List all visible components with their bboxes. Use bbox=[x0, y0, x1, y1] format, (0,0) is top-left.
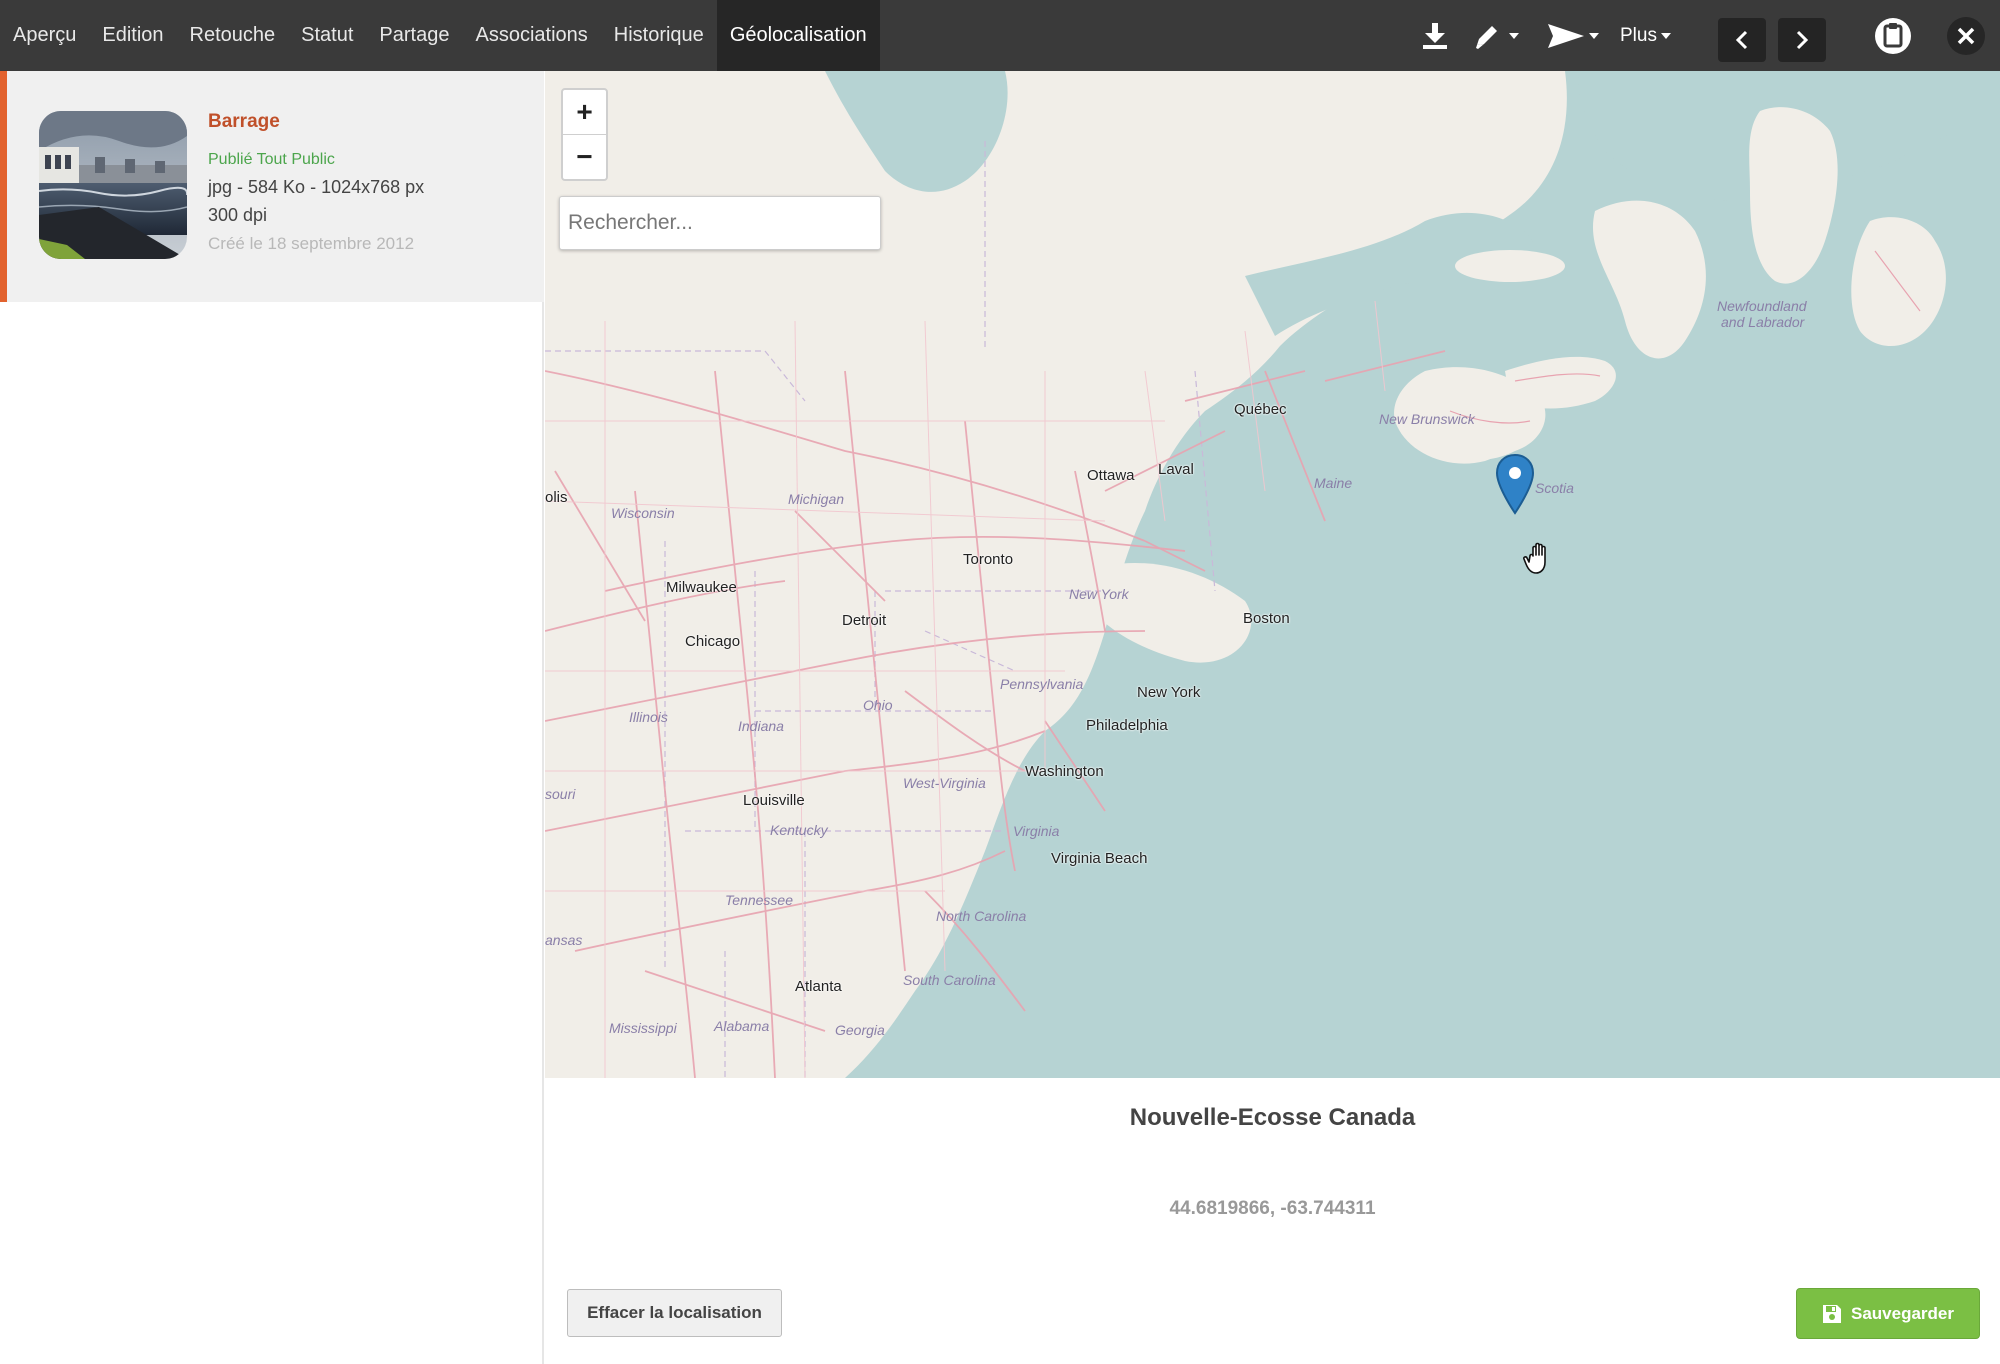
location-name: Nouvelle-Ecosse Canada bbox=[1129, 1104, 1416, 1131]
map-region-label: Wisconsin bbox=[611, 505, 675, 521]
map-region-label: Alabama bbox=[714, 1018, 770, 1034]
download-button[interactable] bbox=[1418, 0, 1452, 71]
location-coordinates: 44.6819866, -63.744311 bbox=[1169, 1198, 1376, 1219]
chevron-down-icon bbox=[1660, 32, 1671, 39]
map-label: Toronto bbox=[963, 551, 1014, 568]
map-label: Boston bbox=[1243, 610, 1290, 627]
map-label: Ottawa bbox=[1087, 467, 1135, 484]
map-region-label: Pennsylvania bbox=[1000, 676, 1084, 692]
map-label: New York bbox=[1137, 684, 1201, 701]
location-marker-icon[interactable] bbox=[1494, 453, 1536, 515]
close-icon bbox=[1947, 16, 1985, 55]
map-region-label: Virginia bbox=[1013, 823, 1060, 839]
clear-location-button[interactable]: Effacer la localisation bbox=[567, 1289, 782, 1337]
map-region-label: Tennessee bbox=[725, 892, 793, 908]
map-label: Virginia Beach bbox=[1051, 850, 1148, 867]
floppy-disk-icon bbox=[1823, 1304, 1841, 1323]
next-button[interactable] bbox=[1778, 18, 1826, 62]
send-icon bbox=[1548, 23, 1584, 48]
chevron-right-icon bbox=[1796, 30, 1809, 50]
send-menu-button[interactable] bbox=[1544, 0, 1602, 71]
tab-bar: Aperçu Edition Retouche Statut Partage A… bbox=[0, 0, 880, 71]
map-region-label: South Carolina bbox=[903, 972, 996, 988]
map-search-input[interactable] bbox=[559, 196, 881, 250]
map-region-label: Newfoundland bbox=[1717, 298, 1807, 314]
tab-retouche[interactable]: Retouche bbox=[177, 0, 289, 71]
media-sidebar: Barrage Publié Tout Public jpg - 584 Ko … bbox=[0, 71, 544, 1364]
media-file-info: jpg - 584 Ko - 1024x768 px bbox=[208, 177, 425, 197]
map-region-label: and Labrador bbox=[1721, 314, 1805, 330]
zoom-in-button[interactable]: + bbox=[563, 90, 606, 134]
map-label: Laval bbox=[1158, 461, 1194, 478]
media-created-date: Créé le 18 septembre 2012 bbox=[208, 234, 415, 253]
map-region-label: ansas bbox=[545, 932, 583, 948]
save-button[interactable]: Sauvegarder bbox=[1796, 1288, 1980, 1339]
zoom-out-button[interactable]: − bbox=[563, 134, 606, 178]
map-region-label: West-Virginia bbox=[903, 775, 986, 791]
tab-historique[interactable]: Historique bbox=[601, 0, 717, 71]
map-region-label: Ohio bbox=[863, 697, 893, 713]
chevron-down-icon bbox=[1509, 32, 1519, 39]
tab-geolocalisation[interactable]: Géolocalisation bbox=[716, 0, 880, 71]
media-title[interactable]: Barrage bbox=[208, 111, 280, 133]
tab-statut[interactable]: Statut bbox=[288, 0, 366, 71]
top-toolbar: Aperçu Edition Retouche Statut Partage A… bbox=[0, 0, 2000, 71]
map-label: Detroit bbox=[842, 612, 887, 629]
map-view[interactable]: + − Québec Ottawa Laval Toronto Milwauke… bbox=[545, 71, 2000, 1078]
dam-photo-image bbox=[39, 111, 187, 259]
tab-associations[interactable]: Associations bbox=[462, 0, 600, 71]
more-menu[interactable]: Plus bbox=[1620, 0, 1671, 71]
map-region-label: Mississippi bbox=[609, 1020, 677, 1036]
media-thumbnail[interactable] bbox=[39, 111, 187, 259]
media-status: Publié Tout Public bbox=[208, 151, 335, 168]
grab-cursor-icon bbox=[1523, 542, 1546, 574]
tab-apercu[interactable]: Aperçu bbox=[0, 0, 89, 71]
map-region-label: Maine bbox=[1314, 475, 1353, 491]
zoom-control: + − bbox=[561, 88, 608, 181]
map-region-label: Michigan bbox=[788, 491, 845, 507]
close-button[interactable] bbox=[1944, 0, 1988, 71]
map-label: Atlanta bbox=[795, 978, 842, 995]
clipboard-button[interactable] bbox=[1872, 0, 1914, 71]
map-label: Québec bbox=[1234, 401, 1287, 418]
map-region-label: Scotia bbox=[1535, 480, 1574, 496]
download-icon bbox=[1423, 22, 1447, 49]
map-label: Milwaukee bbox=[666, 579, 737, 596]
map-label: Chicago bbox=[685, 633, 741, 650]
map-label: olis bbox=[545, 489, 568, 506]
map-region-label: New York bbox=[1069, 586, 1129, 602]
edit-menu-button[interactable] bbox=[1470, 0, 1522, 71]
map-region-label: Indiana bbox=[738, 718, 784, 734]
more-menu-label: Plus bbox=[1620, 25, 1657, 46]
tab-partage[interactable]: Partage bbox=[366, 0, 462, 71]
media-resolution: 300 dpi bbox=[208, 205, 268, 225]
map-region-label: North Carolina bbox=[936, 908, 1027, 924]
map-label: Washington bbox=[1025, 763, 1104, 780]
map-region-label: souri bbox=[545, 786, 576, 802]
map-region-label: New Brunswick bbox=[1379, 411, 1475, 427]
previous-button[interactable] bbox=[1718, 18, 1766, 62]
map-region-label: Illinois bbox=[629, 709, 668, 725]
chevron-down-icon bbox=[1589, 32, 1599, 39]
map-region-label: Kentucky bbox=[770, 822, 828, 838]
save-button-label: Sauvegarder bbox=[1851, 1303, 1954, 1323]
clipboard-icon bbox=[1875, 17, 1911, 54]
pencil-icon bbox=[1476, 25, 1497, 49]
media-card[interactable]: Barrage Publié Tout Public jpg - 584 Ko … bbox=[0, 71, 544, 302]
chevron-left-icon bbox=[1735, 30, 1748, 50]
map-label: Louisville bbox=[743, 792, 805, 809]
map-region-label: Georgia bbox=[835, 1022, 885, 1038]
map-label: Philadelphia bbox=[1086, 717, 1168, 734]
tab-edition[interactable]: Edition bbox=[89, 0, 176, 71]
